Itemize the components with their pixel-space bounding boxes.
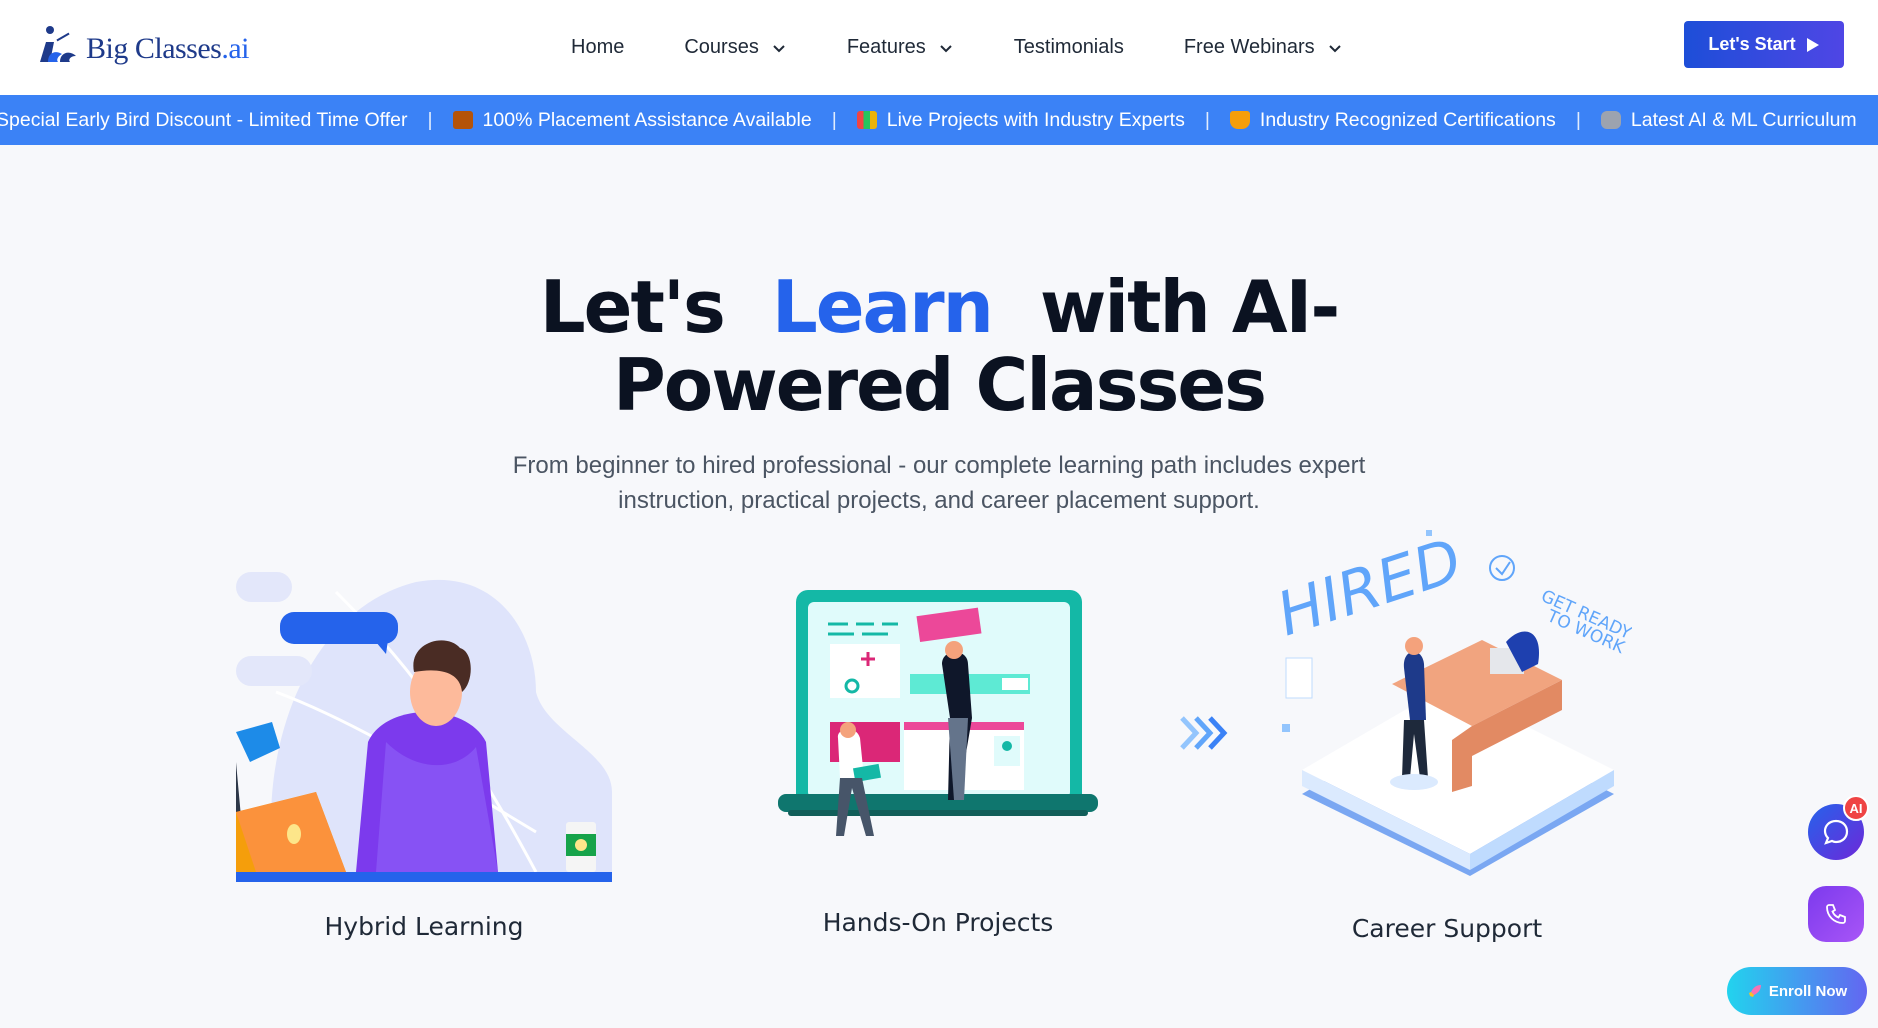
logo-text: Big Classes [86,32,222,65]
ticker-item: Latest AI & ML Curriculum [1600,108,1857,132]
robot-icon [1600,111,1621,129]
feature-career-support: Career Support [1351,914,1543,943]
chevron-down-icon [1328,44,1341,52]
hands-on-projects-illustration [778,590,1098,836]
nav-features-label: Features [846,36,926,58]
hybrid-learning-illustration [236,572,612,882]
briefcase-icon [452,111,473,129]
lets-start-label: Let's Start [1708,34,1796,54]
nav-testimonials[interactable]: Testimonials [1014,36,1124,59]
ticker-item: Industry Recognized Certifications [1229,108,1556,132]
forward-arrows-icon [1180,716,1228,750]
ai-badge: AI [1843,795,1869,821]
trophy-icon [1229,111,1250,129]
enroll-now-label: Enroll Now [1768,982,1848,1000]
books-icon [856,111,877,129]
ticker-item: Live Projects with Industry Experts [856,108,1185,132]
site-header: Big Classes.ai Home Courses Features Tes… [0,0,1878,95]
hero-title-accent: Learn [771,265,994,349]
nav-features[interactable]: Features [847,36,954,59]
ticker-text: Special Early Bird Discount - Limited Ti… [0,108,408,131]
hero-title: Let's Learn with AI- Powered Classes [0,268,1878,424]
ticker-text: Latest AI & ML Curriculum [1630,108,1857,131]
ticker-text: 100% Placement Assistance Available [482,108,812,131]
rocket-icon [1748,985,1761,997]
ticker-text: Live Projects with Industry Experts [886,108,1185,131]
ticker-item: 100% Placement Assistance Available [452,108,812,132]
ticker-text: Industry Recognized Certifications [1259,108,1556,131]
announcement-ticker: Special Early Bird Discount - Limited Ti… [0,95,1878,145]
hero-title-part2: with AI- [1039,265,1340,349]
hero-title-part1: Let's [539,265,726,349]
ticker-separator: | [1575,108,1581,131]
play-icon [1806,37,1819,52]
nav-courses[interactable]: Courses [684,36,786,59]
nav-home-label: Home [571,36,625,58]
nav-testimonials-label: Testimonials [1013,36,1124,58]
ticker-separator: | [427,108,433,131]
ticker-track: Special Early Bird Discount - Limited Ti… [0,109,1857,132]
phone-icon [1826,904,1846,924]
logo-suffix: .ai [221,32,250,65]
chat-bubble-icon [1823,819,1849,845]
site-logo[interactable]: Big Classes.ai [36,18,250,70]
hero-subtitle: From beginner to hired professional - ou… [512,452,1366,514]
hero-title-line2: Powered Classes [612,343,1267,427]
career-support-illustration: HIRED GET READY TO WORK [1269,525,1632,876]
enroll-now-button[interactable]: Enroll Now [1727,967,1867,1015]
ticker-item: Special Early Bird Discount - Limited Ti… [0,109,407,132]
logo-mark-icon [40,26,76,62]
ticker-separator: | [831,108,837,131]
feature-hands-on-projects: Hands-On Projects [822,908,1054,937]
chevron-down-icon [940,44,952,52]
feature-hybrid-learning: Hybrid Learning [324,912,524,941]
lets-start-button[interactable]: Let's Start [1684,21,1844,68]
nav-free-webinars[interactable]: Free Webinars [1184,36,1343,59]
call-button[interactable] [1808,886,1864,942]
hired-text: HIRED [1269,525,1470,650]
nav-courses-label: Courses [684,36,759,58]
nav-free-webinars-label: Free Webinars [1183,36,1315,58]
main-nav: Home Courses Features Testimonials Free … [571,0,1403,95]
nav-home[interactable]: Home [571,36,624,59]
ticker-separator: | [1204,108,1210,131]
chevron-down-icon [773,44,785,52]
